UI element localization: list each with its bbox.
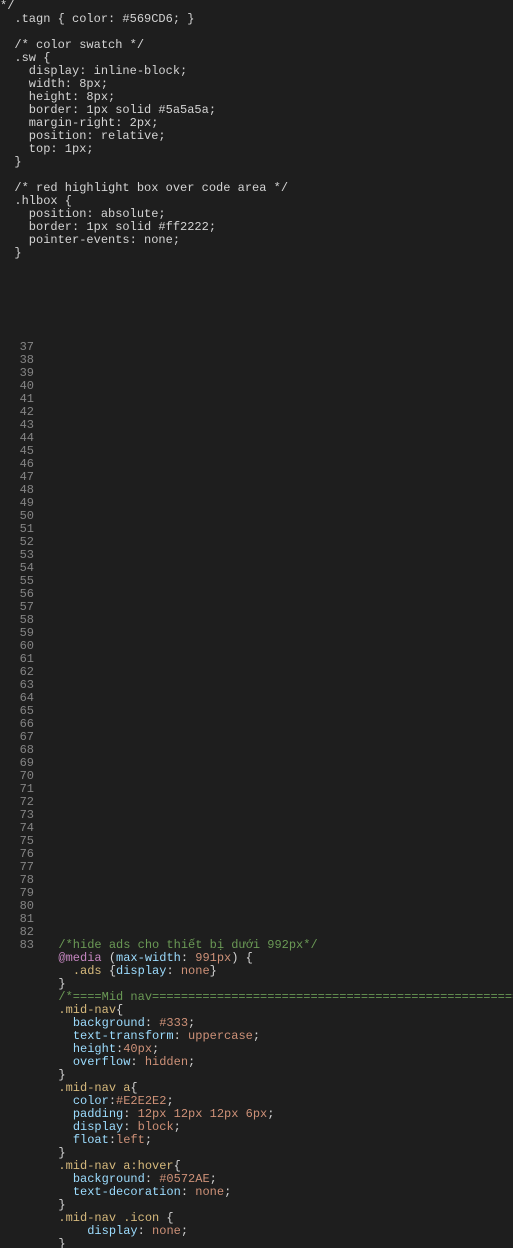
code-line[interactable]: } [44,1238,507,1248]
line-number: 64 [0,692,34,705]
highlight-box [44,367,492,913]
code-area[interactable]: /*hide ads cho thiết bị dưới 992px*/ @me… [44,341,513,1248]
line-number: 76 [0,848,34,861]
line-number: 74 [0,822,34,835]
line-number: 65 [0,705,34,718]
line-number: 83 [0,939,34,952]
line-number: 79 [0,887,34,900]
line-number: 77 [0,861,34,874]
line-number: 67 [0,731,34,744]
line-number: 70 [0,770,34,783]
code-line[interactable]: overflow: hidden; [44,1056,507,1069]
line-number: 81 [0,913,34,926]
line-number: 78 [0,874,34,887]
line-number: 71 [0,783,34,796]
line-number: 60 [0,640,34,653]
line-number: 62 [0,666,34,679]
line-number: 61 [0,653,34,666]
line-number: 58 [0,614,34,627]
line-number: 73 [0,809,34,822]
line-number: 72 [0,796,34,809]
line-number: 66 [0,718,34,731]
line-number: 69 [0,757,34,770]
line-number: 59 [0,627,34,640]
code-line[interactable]: .ads {display: none} [44,965,507,978]
code-line[interactable]: display: none; [44,1225,507,1238]
line-number: 68 [0,744,34,757]
line-number: 82 [0,926,34,939]
line-number: 80 [0,900,34,913]
code-line[interactable]: text-decoration: none; [44,1186,507,1199]
line-number-gutter: 3738394041424344454647484950515253545556… [0,341,44,1248]
code-line[interactable]: float:left; [44,1134,507,1147]
line-number: 63 [0,679,34,692]
line-number: 75 [0,835,34,848]
code-editor[interactable]: 3738394041424344454647484950515253545556… [0,338,513,1248]
